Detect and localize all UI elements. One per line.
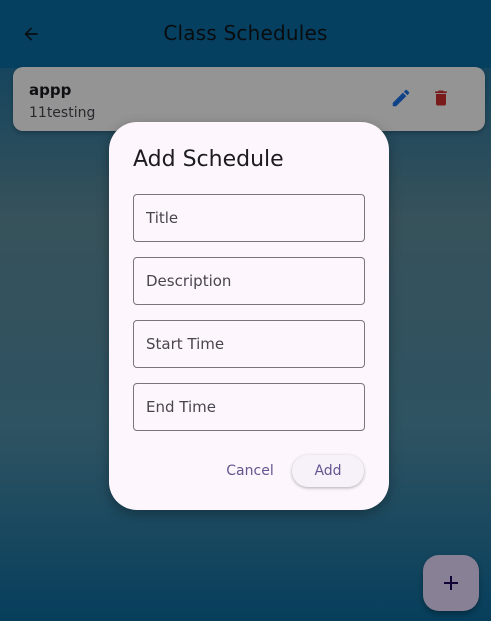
description-input[interactable] xyxy=(134,258,364,304)
cancel-button[interactable]: Cancel xyxy=(221,455,279,487)
title-input[interactable] xyxy=(134,195,364,241)
title-field[interactable] xyxy=(133,194,365,242)
start-time-field[interactable] xyxy=(133,320,365,368)
dialog-title: Add Schedule xyxy=(133,147,284,172)
end-time-field[interactable] xyxy=(133,383,365,431)
add-button[interactable]: Add xyxy=(292,455,364,487)
end-time-input[interactable] xyxy=(134,384,364,430)
add-schedule-dialog: Add Schedule Cancel Add xyxy=(109,122,389,510)
description-field[interactable] xyxy=(133,257,365,305)
start-time-input[interactable] xyxy=(134,321,364,367)
